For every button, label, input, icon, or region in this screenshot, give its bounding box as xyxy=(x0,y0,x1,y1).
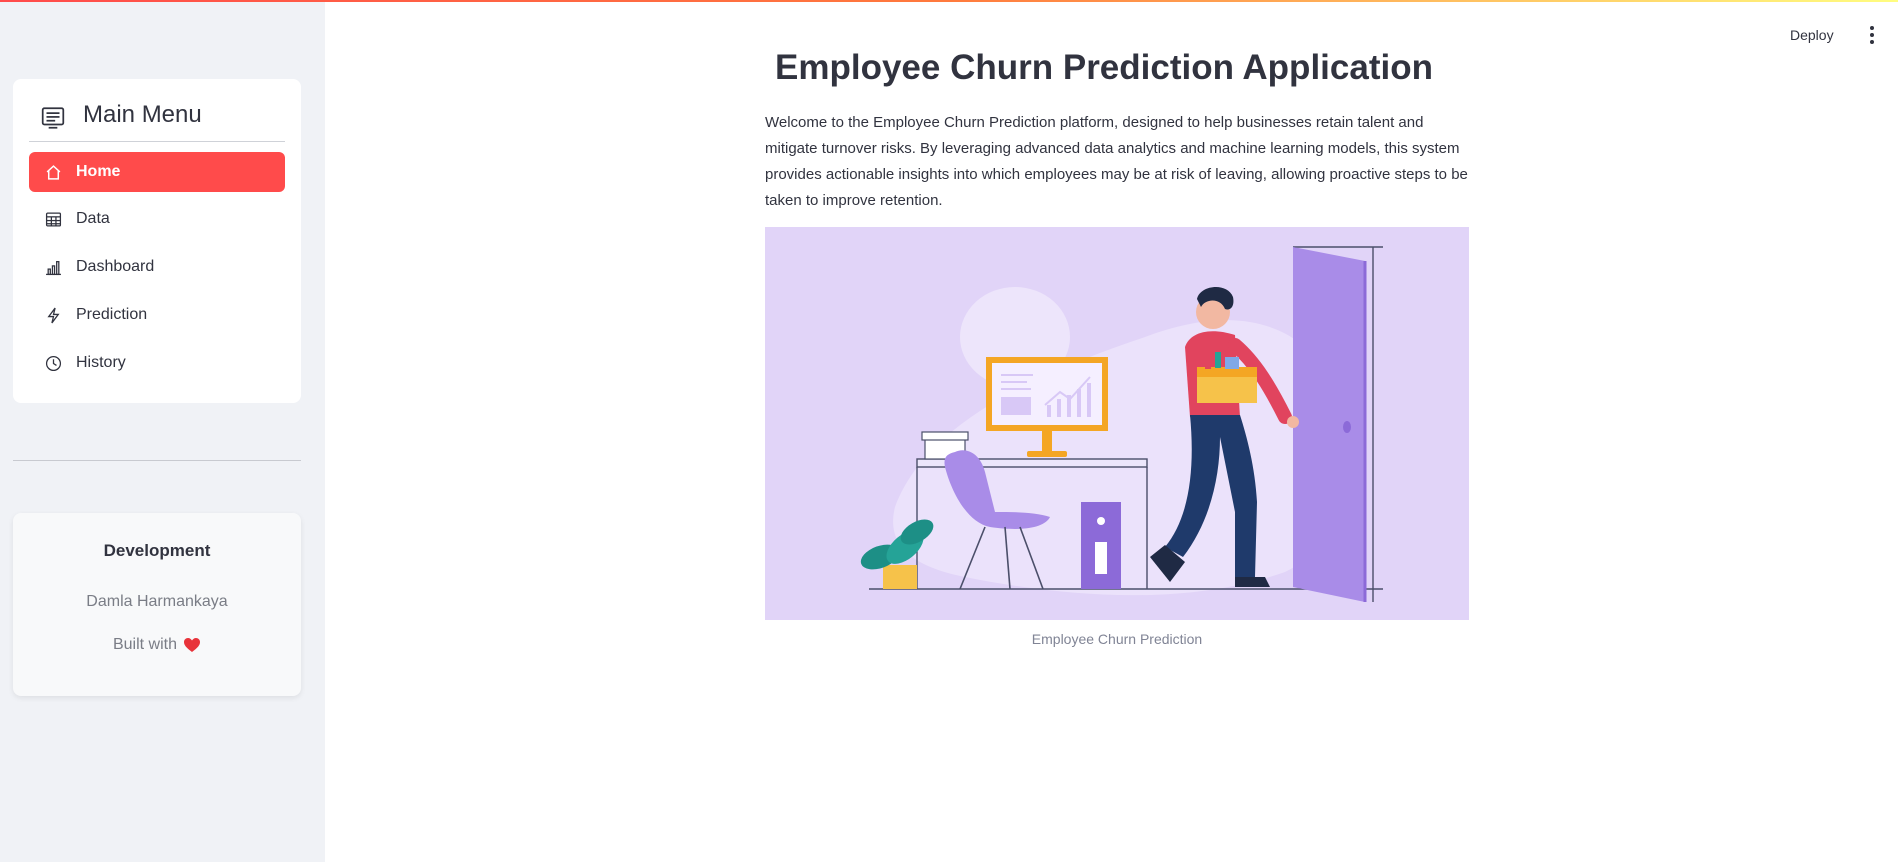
lightning-icon xyxy=(44,306,62,324)
development-card: Development Damla Harmankaya Built with xyxy=(13,513,301,696)
intro-paragraph: Welcome to the Employee Churn Prediction… xyxy=(765,114,1468,209)
sidebar: Main Menu Home Data Dashboard Prediction… xyxy=(0,0,325,862)
bar-chart-icon xyxy=(44,258,62,276)
house-icon xyxy=(44,163,62,181)
sidebar-item-label: History xyxy=(76,354,126,371)
page-title: Employee Churn Prediction Application xyxy=(775,48,1433,87)
built-with-line: Built with xyxy=(13,636,301,654)
more-options-icon[interactable] xyxy=(1864,24,1880,46)
menu-header-divider xyxy=(29,141,285,142)
sidebar-divider xyxy=(13,460,301,461)
sidebar-item-label: Home xyxy=(76,163,121,180)
author-name: Damla Harmankaya xyxy=(86,593,228,610)
menu-list-icon xyxy=(41,107,65,129)
sidebar-item-history[interactable]: History xyxy=(29,343,285,383)
clock-icon xyxy=(44,354,62,372)
menu-title: Main Menu xyxy=(83,101,202,128)
deploy-button[interactable]: Deploy xyxy=(1790,27,1834,43)
sidebar-item-data[interactable]: Data xyxy=(29,199,285,239)
menu-header: Main Menu xyxy=(13,93,301,149)
sidebar-item-label: Data xyxy=(76,210,110,227)
sidebar-item-label: Dashboard xyxy=(76,258,155,275)
table-icon xyxy=(44,210,62,228)
development-title: Development xyxy=(103,541,211,560)
top-decoration-bar xyxy=(0,0,1898,2)
built-with-text: Built with xyxy=(112,636,178,653)
heart-icon xyxy=(184,638,201,652)
main-menu-card: Main Menu Home Data Dashboard Prediction… xyxy=(13,79,301,403)
image-caption: Employee Churn Prediction xyxy=(1031,631,1203,647)
employee-leaving-illustration xyxy=(765,227,1469,620)
sidebar-item-label: Prediction xyxy=(76,306,148,323)
sidebar-item-home[interactable]: Home xyxy=(29,152,285,192)
sidebar-item-dashboard[interactable]: Dashboard xyxy=(29,247,285,287)
sidebar-item-prediction[interactable]: Prediction xyxy=(29,295,285,335)
